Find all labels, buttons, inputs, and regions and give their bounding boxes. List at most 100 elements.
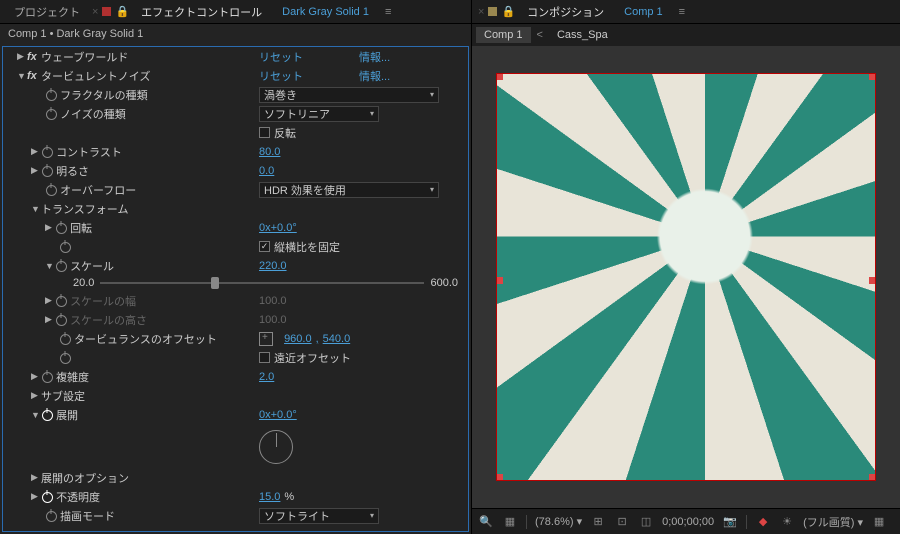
offset-x[interactable]: 960.0 [284,333,312,345]
caret-icon[interactable]: ▶ [45,314,55,325]
stopwatch-icon[interactable] [45,89,57,101]
prop-contrast: コントラスト [56,144,122,160]
stopwatch-icon[interactable] [59,333,71,345]
prop-turb-offset: タービュランスのオフセット [74,331,217,347]
stopwatch-icon[interactable] [41,409,53,421]
tab-project[interactable]: プロジェクト [6,1,88,23]
brightness-value[interactable]: 0.0 [259,165,274,177]
tab-target[interactable]: Dark Gray Solid 1 [274,3,377,21]
prop-fractal-type: フラクタルの種類 [60,87,148,103]
caret-icon[interactable]: ▼ [45,261,55,271]
breadcrumb-arrow-icon[interactable]: < [533,29,547,41]
effect-name[interactable]: ウェーブワールド [41,49,128,65]
caret-icon[interactable]: ▶ [31,491,41,502]
comp-breadcrumb-bar: Comp 1 < Cass_Spa [472,24,900,46]
persp-offset-checkbox[interactable] [259,352,270,363]
viewer-toolbar: 🔍 ▦ (78.6%) ▾ ⊞ ⊡ ◫ 0;00;00;00 📷 ◆ ☀ (フル… [472,508,900,534]
prop-brightness: 明るさ [56,163,89,179]
caret-icon[interactable]: ▶ [31,146,41,157]
panel-menu-icon[interactable]: ≡ [385,6,391,18]
invert-checkbox[interactable] [259,127,270,138]
scale-slider[interactable] [100,282,424,284]
uniform-scale-checkbox[interactable]: ✓ [259,241,270,252]
stopwatch-icon[interactable] [41,165,53,177]
caret-icon[interactable]: ▶ [31,390,41,401]
persp-offset-label: 遠近オフセット [274,350,351,366]
prop-sub-settings: サブ設定 [41,388,85,404]
caret-icon[interactable]: ▶ [31,371,41,382]
view-icon[interactable]: ▦ [871,514,887,530]
magnify-icon[interactable]: 🔍 [478,514,494,530]
grid-icon[interactable]: ▦ [502,514,518,530]
tab-effect-controls[interactable]: エフェクトコントロール [133,1,270,23]
stopwatch-icon[interactable] [45,184,57,196]
overflow-dropdown[interactable]: HDR 効果を使用▾ [259,182,439,198]
comp-name[interactable]: Comp 1 [616,3,671,21]
transform-handle[interactable] [869,73,876,80]
evolution-dial[interactable] [259,430,293,464]
layer-bounds[interactable] [496,73,876,481]
transform-handle[interactable] [496,277,503,284]
caret-icon[interactable]: ▼ [17,71,27,81]
stopwatch-icon[interactable] [41,371,53,383]
channel-icon[interactable]: ◆ [755,514,771,530]
exposure-icon[interactable]: ☀ [779,514,795,530]
position-picker-icon[interactable] [259,332,273,346]
timecode[interactable]: 0;00;00;00 [662,516,714,528]
evolution-value[interactable]: 0x+0.0° [259,409,297,421]
stopwatch-icon[interactable] [41,491,53,503]
caret-icon[interactable]: ▼ [31,204,41,214]
composition-viewer[interactable] [472,46,900,508]
stopwatch-icon[interactable] [59,352,71,364]
info-link[interactable]: 情報... [359,68,390,84]
rotation-value[interactable]: 0x+0.0° [259,222,297,234]
transparency-icon[interactable]: ⊡ [614,514,630,530]
zoom-dropdown[interactable]: (78.6%) ▾ [535,515,582,528]
comp-tab[interactable]: Comp 1 [476,27,531,43]
fractal-type-dropdown[interactable]: 渦巻き▾ [259,87,439,103]
opacity-value[interactable]: 15.0 [259,491,280,503]
fx-icon[interactable]: fx [27,70,41,82]
stopwatch-icon[interactable] [55,222,67,234]
transform-handle[interactable] [496,474,503,481]
lock-icon[interactable]: 🔒 [501,5,515,18]
complexity-value[interactable]: 2.0 [259,371,274,383]
panel-menu-icon[interactable]: ≡ [679,6,685,18]
caret-icon[interactable]: ▶ [17,51,27,62]
blend-mode-dropdown[interactable]: ソフトライト▾ [259,508,379,524]
noise-type-dropdown[interactable]: ソフトリニア▾ [259,106,379,122]
stopwatch-icon[interactable] [45,108,57,120]
snapshot-icon[interactable]: 📷 [722,514,738,530]
resolution-icon[interactable]: ⊞ [590,514,606,530]
scale-h-value: 100.0 [259,314,287,326]
label-swatch [102,7,111,16]
caret-icon[interactable]: ▶ [45,222,55,233]
caret-icon[interactable]: ▶ [31,472,41,483]
info-link[interactable]: 情報... [359,49,390,65]
stopwatch-icon[interactable] [59,241,71,253]
effect-controls-body: ▶ fx ウェーブワールド リセット情報... ▼ fx タービュレントノイズ … [2,46,469,532]
scale-max: 600.0 [430,277,458,289]
lock-icon[interactable]: 🔒 [115,5,129,18]
stopwatch-icon[interactable] [55,260,67,272]
transform-handle[interactable] [869,474,876,481]
caret-icon[interactable]: ▶ [45,295,55,306]
fx-icon[interactable]: fx [27,51,41,63]
reset-button[interactable]: リセット [259,68,303,84]
reset-button[interactable]: リセット [259,49,303,65]
stopwatch-icon [55,314,67,326]
caret-icon[interactable]: ▶ [31,165,41,176]
mask-icon[interactable]: ◫ [638,514,654,530]
comp-crumb[interactable]: Cass_Spa [549,27,616,43]
transform-handle[interactable] [869,277,876,284]
offset-y[interactable]: 540.0 [323,333,351,345]
quality-dropdown[interactable]: (フル画質) ▾ [803,514,863,530]
scale-value[interactable]: 220.0 [259,260,287,272]
caret-icon[interactable]: ▼ [31,410,41,420]
stopwatch-icon[interactable] [41,146,53,158]
stopwatch-icon[interactable] [45,510,57,522]
transform-handle[interactable] [496,73,503,80]
effect-name[interactable]: タービュレントノイズ [41,68,150,84]
contrast-value[interactable]: 80.0 [259,146,280,158]
tab-composition[interactable]: コンポジション [519,1,612,23]
